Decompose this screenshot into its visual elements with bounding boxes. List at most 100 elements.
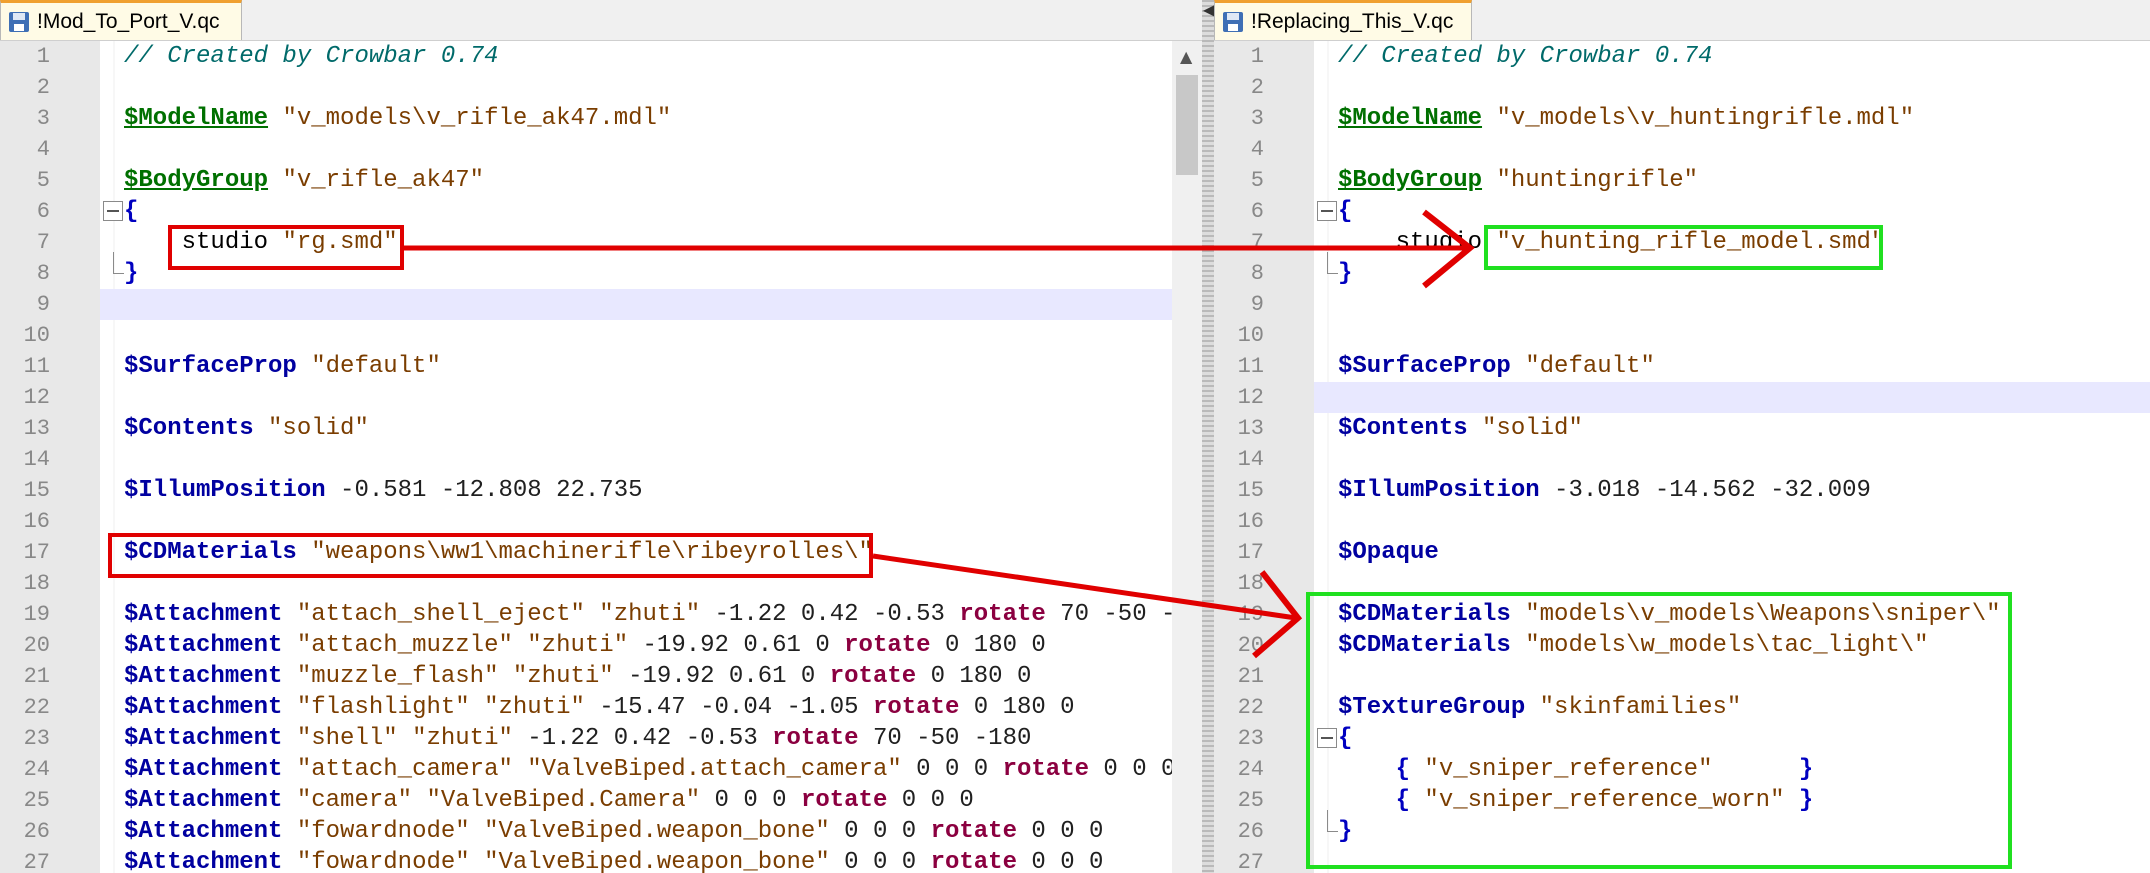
scroll-thumb[interactable] <box>1176 75 1198 175</box>
code-line[interactable]: // Created by Crowbar 0.74 <box>100 41 1202 72</box>
line-number: 6 <box>1250 199 1264 224</box>
code-line[interactable] <box>1314 72 2150 103</box>
right-code-area[interactable]: // Created by Crowbar 0.74 $ModelName "v_… <box>1314 41 2150 873</box>
code-line[interactable]: $Attachment "fowardnode" "ValveBiped.wea… <box>100 847 1202 873</box>
code-line[interactable]: { <box>1314 196 2150 227</box>
code-line[interactable] <box>100 506 1202 537</box>
code-line[interactable]: $Attachment "attach_shell_eject" "zhuti"… <box>100 599 1202 630</box>
code-line[interactable]: { <box>100 196 1202 227</box>
code-line[interactable]: $SurfaceProp "default" <box>1314 351 2150 382</box>
token-str: "attach_muzzle" "zhuti" <box>296 632 629 659</box>
line-number: 11 <box>1237 354 1264 379</box>
code-line[interactable]: $Attachment "fowardnode" "ValveBiped.wea… <box>100 816 1202 847</box>
code-line[interactable]: $Attachment "camera" "ValveBiped.Camera"… <box>100 785 1202 816</box>
token-str: "muzzle_flash" "zhuti" <box>296 663 614 690</box>
token-num: 0 0 0 <box>829 818 931 845</box>
pane-splitter[interactable] <box>1202 0 1214 873</box>
token-kw: $CDMaterials <box>1338 632 1511 659</box>
code-line[interactable]: $Contents "solid" <box>1314 413 2150 444</box>
code-line[interactable]: $ModelName "v_models\v_huntingrifle.mdl" <box>1314 103 2150 134</box>
token-str: "v_sniper_reference" <box>1424 756 1713 783</box>
code-line[interactable]: $TextureGroup "skinfamilies" <box>1314 692 2150 723</box>
token-str: "v_hunting_rifle_model.smd" <box>1496 229 1886 256</box>
code-line[interactable] <box>100 72 1202 103</box>
code-line[interactable]: $Attachment "shell" "zhuti" -1.22 0.42 -… <box>100 723 1202 754</box>
code-line[interactable] <box>1314 506 2150 537</box>
line-number: 2 <box>1250 75 1264 100</box>
token-brace: { <box>1395 756 1411 783</box>
token-num: 0 180 0 <box>930 632 1046 659</box>
code-line[interactable]: $IllumPosition -0.581 -12.808 22.735 <box>100 475 1202 506</box>
code-line[interactable]: { <box>1314 723 2150 754</box>
code-text: $IllumPosition -3.018 -14.562 -32.009 <box>1338 475 1871 506</box>
code-line[interactable] <box>1314 382 2150 413</box>
code-line[interactable]: $Contents "solid" <box>100 413 1202 444</box>
code-line[interactable]: $Attachment "flashlight" "zhuti" -15.47 … <box>100 692 1202 723</box>
left-file-tab[interactable]: !Mod_To_Port_V.qc <box>0 0 242 40</box>
code-line[interactable] <box>1314 847 2150 873</box>
token-kw: $Contents <box>124 415 254 442</box>
token-str: "fowardnode" "ValveBiped.weapon_bone" <box>296 849 830 873</box>
code-line[interactable]: $Opaque <box>1314 537 2150 568</box>
token-num: 0 0 0 <box>1089 756 1176 783</box>
token-kw: $SurfaceProp <box>124 353 297 380</box>
token-str: "skinfamilies" <box>1539 694 1742 721</box>
token-kw: $CDMaterials <box>1338 601 1511 628</box>
line-number: 24 <box>23 757 50 782</box>
code-line[interactable]: $Attachment "attach_muzzle" "zhuti" -19.… <box>100 630 1202 661</box>
code-line[interactable]: // Created by Crowbar 0.74 <box>1314 41 2150 72</box>
code-text: // Created by Crowbar 0.74 <box>124 41 498 72</box>
code-text: $Attachment "camera" "ValveBiped.Camera"… <box>124 785 974 816</box>
code-line[interactable]: { "v_sniper_reference_worn" } <box>1314 785 2150 816</box>
token-num: 0 0 0 <box>1016 849 1104 873</box>
right-file-tab[interactable]: !Replacing_This_V.qc <box>1214 0 1472 40</box>
code-line[interactable]: studio "rg.smd" <box>100 227 1202 258</box>
token-rot: rotate <box>1002 756 1089 783</box>
code-line[interactable] <box>100 134 1202 165</box>
code-text: $Contents "solid" <box>1338 413 1583 444</box>
code-line[interactable]: } <box>100 258 1202 289</box>
token-kw: $Attachment <box>124 632 283 659</box>
token-str: "v_sniper_reference_worn" <box>1424 787 1785 814</box>
line-number: 2 <box>36 75 50 100</box>
code-line[interactable] <box>100 320 1202 351</box>
code-line[interactable] <box>100 568 1202 599</box>
code-line[interactable] <box>1314 568 2150 599</box>
line-number: 3 <box>1250 106 1264 131</box>
code-line[interactable]: $BodyGroup "v_rifle_ak47" <box>100 165 1202 196</box>
code-line[interactable]: } <box>1314 258 2150 289</box>
code-line[interactable] <box>1314 661 2150 692</box>
left-vertical-scrollbar[interactable]: ▲ <box>1172 41 1202 873</box>
code-line[interactable] <box>100 382 1202 413</box>
code-line[interactable] <box>1314 134 2150 165</box>
code-text: $BodyGroup "huntingrifle" <box>1338 165 1698 196</box>
token-str: "v_models\v_huntingrifle.mdl" <box>1496 105 1915 132</box>
left-code-area[interactable]: // Created by Crowbar 0.74 $ModelName "v_… <box>100 41 1202 873</box>
code-line[interactable]: $Attachment "attach_camera" "ValveBiped.… <box>100 754 1202 785</box>
code-line[interactable]: $CDMaterials "models\w_models\tac_light\… <box>1314 630 2150 661</box>
code-line[interactable] <box>100 444 1202 475</box>
line-number: 21 <box>1237 664 1264 689</box>
code-line[interactable]: { "v_sniper_reference" } <box>1314 754 2150 785</box>
code-line[interactable]: $IllumPosition -3.018 -14.562 -32.009 <box>1314 475 2150 506</box>
code-line[interactable]: $CDMaterials "models\v_models\Weapons\sn… <box>1314 599 2150 630</box>
code-line[interactable]: $SurfaceProp "default" <box>100 351 1202 382</box>
code-line[interactable] <box>1314 289 2150 320</box>
code-line[interactable] <box>1314 444 2150 475</box>
token-num: 0 180 0 <box>959 694 1075 721</box>
code-line[interactable]: $CDMaterials "weapons\ww1\machinerifle\r… <box>100 537 1202 568</box>
code-line[interactable]: } <box>1314 816 2150 847</box>
code-line[interactable]: $BodyGroup "huntingrifle" <box>1314 165 2150 196</box>
code-line[interactable]: $ModelName "v_models\v_rifle_ak47.mdl" <box>100 103 1202 134</box>
code-line[interactable] <box>1314 320 2150 351</box>
token-str: "shell" "zhuti" <box>296 725 513 752</box>
scroll-up-icon[interactable]: ▲ <box>1180 47 1192 66</box>
token-kw: $Attachment <box>124 601 283 628</box>
code-text: $ModelName "v_models\v_huntingrifle.mdl" <box>1338 103 1914 134</box>
code-line[interactable]: $Attachment "muzzle_flash" "zhuti" -19.9… <box>100 661 1202 692</box>
code-line[interactable] <box>100 289 1202 320</box>
token-str: "weapons\ww1\machinerifle\ribeyrolles\" <box>311 539 873 566</box>
code-line[interactable]: studio "v_hunting_rifle_model.smd" <box>1314 227 2150 258</box>
